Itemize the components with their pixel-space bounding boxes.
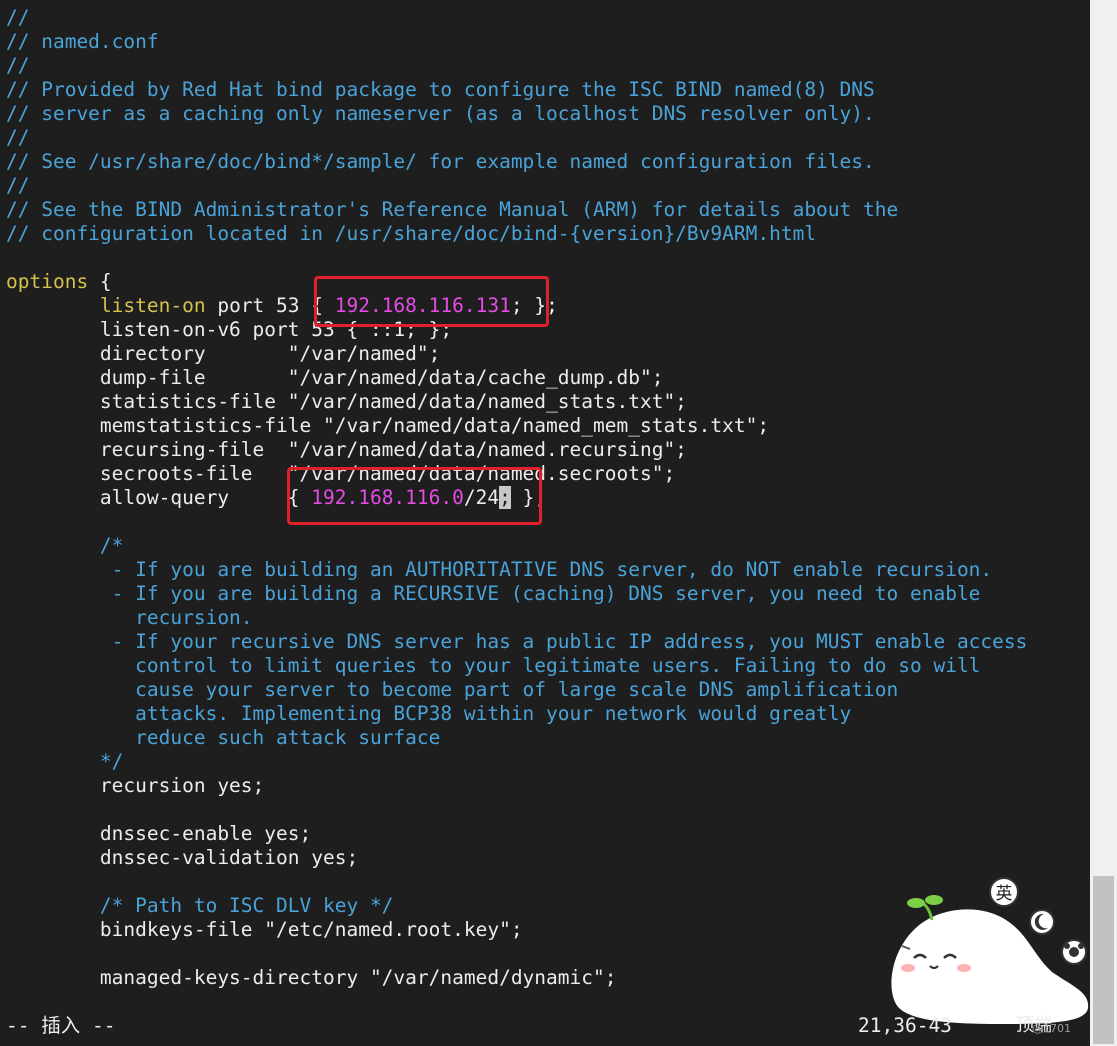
input-method-sticker: 英 [891, 877, 1089, 1024]
comment-text: - If your recursive DNS server has a pub… [6, 630, 1028, 653]
code-text: directory "/var/named"; [6, 342, 441, 365]
code-line: dump-file "/var/named/data/cache_dump.db… [6, 366, 664, 390]
code-line: // server as a caching only nameserver (… [6, 102, 875, 126]
code-line: directory "/var/named"; [6, 342, 440, 366]
comment-text: - If you are building an AUTHORITATIVE D… [6, 558, 993, 581]
code-line: /* [6, 534, 124, 558]
code-line: bindkeys-file "/etc/named.root.key"; [6, 918, 523, 942]
code-text: bindkeys-file "/etc/named.root.key"; [6, 918, 523, 941]
comment-text: // See /usr/share/doc/bind*/sample/ for … [6, 150, 875, 173]
comment-text: recursion. [6, 606, 253, 629]
comment-text: /* Path to ISC DLV key */ [6, 894, 394, 917]
code-text: statistics-file "/var/named/data/named_s… [6, 390, 687, 413]
highlight-box-allow-query [287, 467, 542, 525]
mascot-body-icon [891, 909, 1089, 1024]
code-text: recursion yes; [6, 774, 265, 797]
code-line: reduce such attack surface [6, 726, 440, 750]
code-line: /* Path to ISC DLV key */ [6, 894, 394, 918]
code-line: dnssec-validation yes; [6, 846, 358, 870]
code-line: // See /usr/share/doc/bind*/sample/ for … [6, 150, 875, 174]
comment-text: // See the BIND Administrator's Referenc… [6, 198, 899, 221]
code-line: // configuration located in /usr/share/d… [6, 222, 816, 246]
comment-text: // Provided by Red Hat bind package to c… [6, 78, 875, 101]
code-line: control to limit queries to your legitim… [6, 654, 980, 678]
code-text: dnssec-enable yes; [6, 822, 312, 845]
code-line: // [6, 174, 29, 198]
scrollbar-thumb[interactable] [1093, 876, 1114, 1044]
comment-text: /* [6, 534, 124, 557]
comment-text: attacks. Implementing BCP38 within your … [6, 702, 852, 725]
comment-text: cause your server to become part of larg… [6, 678, 899, 701]
code-line: cause your server to become part of larg… [6, 678, 898, 702]
comment-text: reduce such attack surface [6, 726, 441, 749]
comment-text: // named.conf [6, 30, 159, 53]
code-line: recursion yes; [6, 774, 264, 798]
comment-text: // [6, 174, 30, 197]
cursor-position: 21,36-43 [858, 1014, 952, 1037]
code-line: // [6, 6, 29, 30]
code-line: // [6, 54, 29, 78]
code-line: // named.conf [6, 30, 159, 54]
comment-text: // server as a caching only nameserver (… [6, 102, 875, 125]
moon-icon [1029, 909, 1055, 935]
code-line: - If you are building an AUTHORITATIVE D… [6, 558, 993, 582]
watermark: @1701 [1032, 1022, 1071, 1035]
code-line: options { [6, 270, 112, 294]
code-text: { [88, 270, 112, 293]
code-text: dump-file "/var/named/data/cache_dump.db… [6, 366, 664, 389]
code-text: memstatistics-file "/var/named/data/name… [6, 414, 770, 437]
comment-text: // configuration located in /usr/share/d… [6, 222, 817, 245]
code-line: // See the BIND Administrator's Referenc… [6, 198, 898, 222]
comment-text: - If you are building a RECURSIVE (cachi… [6, 582, 981, 605]
code-line: - If your recursive DNS server has a pub… [6, 630, 1028, 654]
code-line: recursing-file "/var/named/data/named.re… [6, 438, 687, 462]
comment-text: // [6, 6, 30, 29]
code-line: dnssec-enable yes; [6, 822, 311, 846]
code-line: recursion. [6, 606, 253, 630]
code-line: managed-keys-directory "/var/named/dynam… [6, 966, 617, 990]
code-text: recursing-file "/var/named/data/named.re… [6, 438, 687, 461]
comment-text: */ [6, 750, 124, 773]
comment-text: // [6, 126, 30, 149]
vim-mode-indicator: -- 插入 -- [6, 1014, 116, 1037]
code-line: - If you are building a RECURSIVE (cachi… [6, 582, 981, 606]
comment-text: // [6, 54, 30, 77]
code-line: */ [6, 750, 124, 774]
code-line: statistics-file "/var/named/data/named_s… [6, 390, 687, 414]
code-text: managed-keys-directory "/var/named/dynam… [6, 966, 617, 989]
highlight-box-listen-on [314, 276, 549, 327]
code-line: memstatistics-file "/var/named/data/name… [6, 414, 769, 438]
keyword-text: listen-on [99, 294, 206, 317]
code-text: allow-query { [6, 486, 312, 509]
code-line: attacks. Implementing BCP38 within your … [6, 702, 851, 726]
code-text: dnssec-validation yes; [6, 846, 359, 869]
code-line: // Provided by Red Hat bind package to c… [6, 78, 875, 102]
ime-language-badge: 英 [996, 884, 1013, 904]
code-line: // [6, 126, 29, 150]
comment-text: control to limit queries to your legitim… [6, 654, 981, 677]
keyword-text: options [6, 270, 89, 293]
